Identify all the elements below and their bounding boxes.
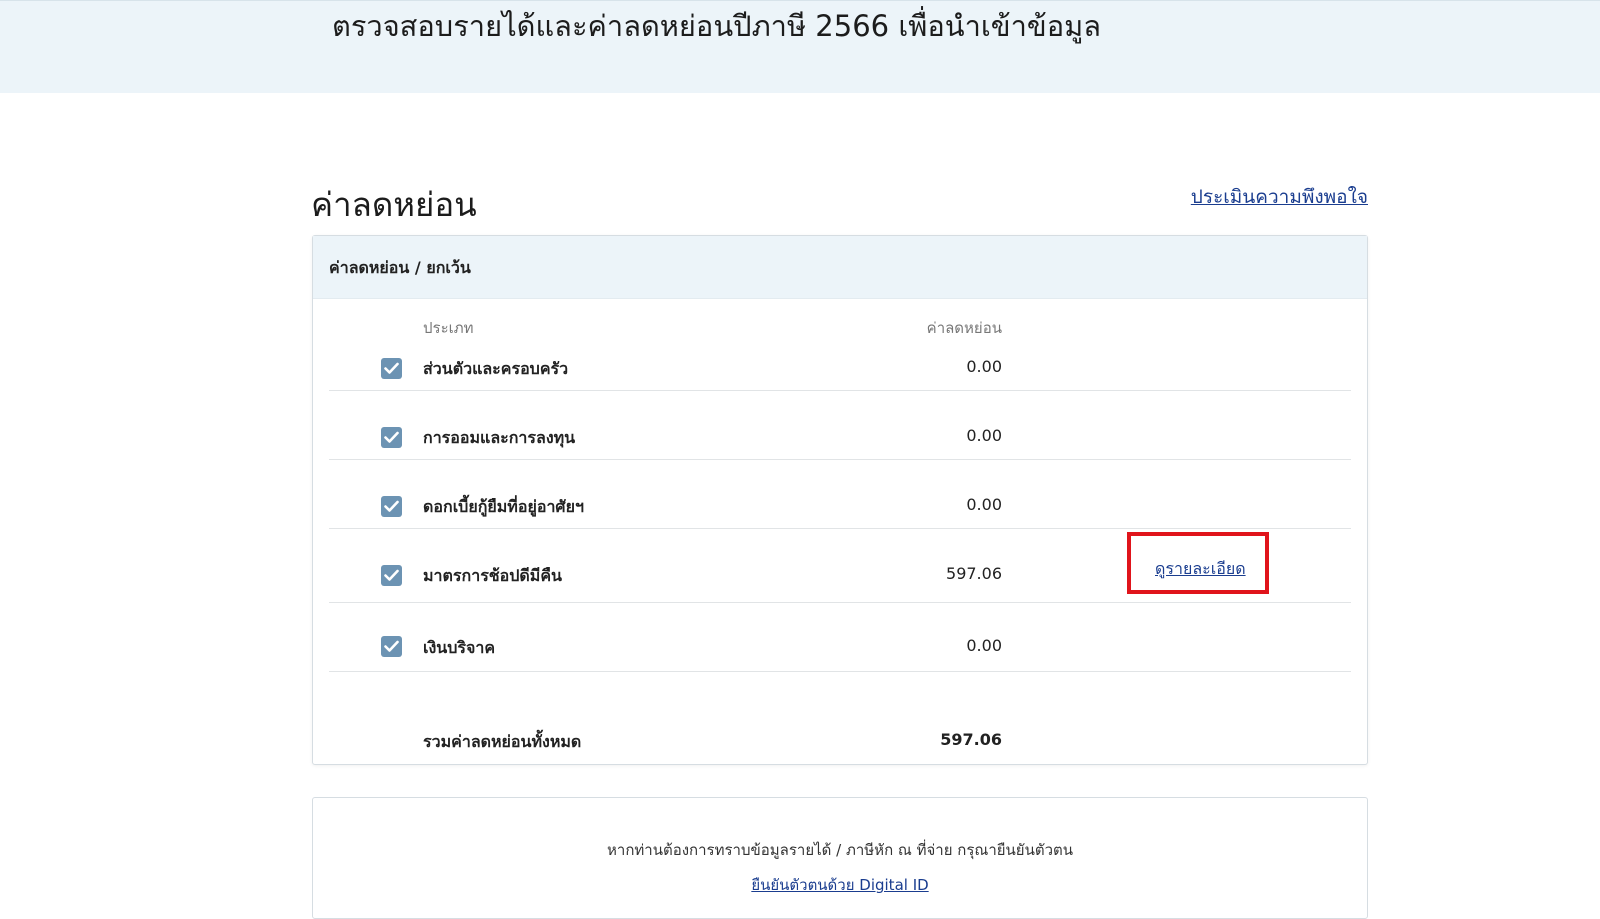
deduction-row-shop-dee-mee-kuen: มาตรการช้อปดีมีคืน 597.06 ดูรายละเอียด [329,529,1351,603]
card-header-title: ค่าลดหย่อน / ยกเว้น [329,258,471,277]
row-value: 0.00 [966,357,1002,376]
deductions-card: ค่าลดหย่อน / ยกเว้น ประเภท ค่าลดหย่อน ส่… [312,235,1368,765]
page-title: ตรวจสอบรายได้และค่าลดหย่อนปีภาษี 2566 เพ… [332,9,1102,43]
column-header-type: ประเภท [423,319,474,337]
row-label: ส่วนตัวและครอบครัว [423,359,569,378]
checkbox-savings[interactable] [381,427,402,448]
identity-verification-card: หากท่านต้องการทราบข้อมูลรายได้ / ภาษีหัก… [312,797,1368,919]
check-icon [384,431,399,443]
checkbox-home-loan-interest[interactable] [381,496,402,517]
section-title: ค่าลดหย่อน [311,185,477,224]
check-icon [384,640,399,652]
row-label: มาตรการช้อปดีมีคืน [423,566,562,585]
row-value: 0.00 [966,636,1002,655]
satisfaction-survey-link[interactable]: ประเมินความพึงพอใจ [1191,182,1368,212]
checkbox-donation[interactable] [381,636,402,657]
deduction-row-home-loan-interest: ดอกเบี้ยกู้ยืมที่อยู่อาศัยฯ 0.00 [329,460,1351,529]
verification-prompt: หากท่านต้องการทราบข้อมูลรายได้ / ภาษีหัก… [607,841,1073,859]
row-label: เงินบริจาค [423,638,496,657]
deduction-row-savings: การออมและการลงทุน 0.00 [329,391,1351,460]
checkbox-personal[interactable] [381,358,402,379]
column-header-amount: ค่าลดหย่อน [926,319,1002,337]
row-label: การออมและการลงทุน [423,428,576,447]
check-icon [384,569,399,581]
view-details-link[interactable]: ดูรายละเอียด [1155,557,1246,582]
checkbox-shop-dee-mee-kuen[interactable] [381,565,402,586]
check-icon [384,362,399,374]
row-value: 0.00 [966,495,1002,514]
top-banner: ตรวจสอบรายได้และค่าลดหย่อนปีภาษี 2566 เพ… [0,0,1600,93]
total-value: 597.06 [940,730,1002,749]
deduction-row-donation: เงินบริจาค 0.00 [329,603,1351,672]
row-label: ดอกเบี้ยกู้ยืมที่อยู่อาศัยฯ [423,497,584,516]
total-label: รวมค่าลดหย่อนทั้งหมด [423,732,582,751]
digital-id-link[interactable]: ยืนยันตัวตนด้วย Digital ID [751,876,928,894]
check-icon [384,500,399,512]
deduction-row-personal: ส่วนตัวและครอบครัว 0.00 [329,344,1351,391]
row-value: 597.06 [946,564,1002,583]
card-header: ค่าลดหย่อน / ยกเว้น [313,236,1367,299]
row-value: 0.00 [966,426,1002,445]
